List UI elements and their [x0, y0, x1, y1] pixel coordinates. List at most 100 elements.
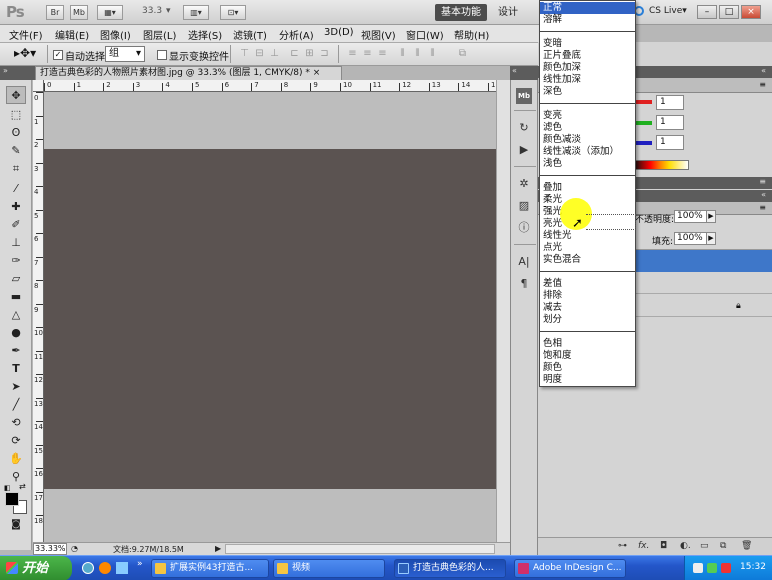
- zoom-chevron-icon[interactable]: ▾: [166, 6, 171, 16]
- new-group-icon[interactable]: ▭: [700, 541, 709, 551]
- clone-source-panel-icon[interactable]: ▨: [516, 198, 532, 214]
- distribute-bottom-icon[interactable]: ≡: [376, 48, 389, 60]
- red-value-field[interactable]: 1: [656, 95, 684, 110]
- add-mask-icon[interactable]: ◘: [660, 541, 667, 551]
- layer-style-icon[interactable]: fx.: [638, 541, 649, 551]
- layer-row[interactable]: [635, 272, 772, 294]
- blend-mode-option[interactable]: 线性减淡（添加）: [540, 146, 635, 158]
- green-slider[interactable]: [636, 121, 652, 125]
- type-tool-icon[interactable]: T: [6, 360, 26, 378]
- quick-mask-icon[interactable]: ◙: [6, 516, 26, 534]
- brush-tool-icon[interactable]: ✐: [6, 216, 26, 234]
- menu-3d[interactable]: 3D(D): [324, 27, 354, 38]
- blend-mode-option[interactable]: 正片叠底: [540, 50, 635, 62]
- pen-tool-icon[interactable]: ✒: [6, 342, 26, 360]
- document-image[interactable]: [44, 149, 496, 489]
- taskbar-indesign-task[interactable]: Adobe InDesign C...: [514, 559, 626, 578]
- hand-tool-icon[interactable]: ✋: [6, 450, 26, 468]
- quick-select-tool-icon[interactable]: ✎: [6, 142, 26, 160]
- healing-brush-tool-icon[interactable]: ✚: [6, 198, 26, 216]
- bridge-button[interactable]: Br: [46, 5, 64, 20]
- screen-mode-dropdown[interactable]: ⊡▾: [220, 5, 246, 20]
- layer-row-selected[interactable]: [635, 250, 772, 272]
- align-top-icon[interactable]: ⊤: [238, 48, 251, 60]
- menu-window[interactable]: 窗口(W): [406, 27, 444, 42]
- blend-mode-option[interactable]: 溶解: [540, 14, 635, 26]
- green-value-field[interactable]: 1: [656, 115, 684, 130]
- blend-mode-option[interactable]: 减去: [540, 302, 635, 314]
- brush-presets-panel-icon[interactable]: ✲: [516, 176, 532, 192]
- blend-mode-option[interactable]: 色相: [540, 338, 635, 350]
- opacity-arrow-icon[interactable]: ▶: [706, 210, 716, 223]
- menu-image[interactable]: 图像(I): [100, 27, 131, 42]
- show-transform-checkbox[interactable]: [157, 50, 167, 60]
- horizontal-scrollbar[interactable]: [225, 544, 495, 554]
- blend-mode-option[interactable]: 实色混合: [540, 254, 635, 266]
- blend-mode-option[interactable]: 深色: [540, 86, 635, 98]
- move-tool-preset-icon[interactable]: ▸✥▾: [14, 46, 36, 60]
- auto-select-checkbox[interactable]: ✓: [53, 50, 63, 60]
- dodge-tool-icon[interactable]: ●: [6, 324, 26, 342]
- character-panel-icon[interactable]: A|: [516, 254, 532, 270]
- fill-field[interactable]: 100%: [674, 232, 710, 245]
- blend-mode-option[interactable]: 颜色减淡: [540, 134, 635, 146]
- menu-edit[interactable]: 编辑(E): [55, 27, 89, 42]
- opacity-field[interactable]: 100%: [674, 210, 710, 223]
- align-vcenter-icon[interactable]: ⊟: [253, 48, 266, 60]
- distribute-top-icon[interactable]: ≡: [346, 48, 359, 60]
- distribute-left-icon[interactable]: ⦀: [396, 48, 409, 60]
- distribute-hcenter-icon[interactable]: ⦀: [411, 48, 424, 60]
- blend-mode-option[interactable]: 叠加: [540, 182, 635, 194]
- blue-slider[interactable]: [636, 141, 652, 145]
- color-spectrum-bar[interactable]: [633, 160, 689, 170]
- vertical-scrollbar[interactable]: [496, 80, 510, 542]
- auto-align-icon[interactable]: ⧉: [456, 48, 469, 60]
- document-tab[interactable]: 打造古典色彩的人物照片素材图.jpg @ 33.3% (图层 1, CMYK/8…: [35, 66, 342, 80]
- minimize-button[interactable]: –: [697, 5, 717, 19]
- canvas-area[interactable]: [44, 92, 496, 542]
- menu-view[interactable]: 视图(V): [361, 27, 396, 42]
- blend-mode-option[interactable]: 颜色: [540, 362, 635, 374]
- blend-mode-option[interactable]: 点光: [540, 242, 635, 254]
- blend-mode-option[interactable]: 排除: [540, 290, 635, 302]
- menu-layer[interactable]: 图层(L): [143, 27, 176, 42]
- adjustment-layer-icon[interactable]: ◐.: [680, 541, 691, 551]
- view-extras-dropdown[interactable]: ▦▾: [97, 5, 123, 20]
- blend-mode-option[interactable]: 线性加深: [540, 74, 635, 86]
- actions-panel-icon[interactable]: ▶: [516, 142, 532, 158]
- arrange-documents-dropdown[interactable]: ▥▾: [183, 5, 209, 20]
- blend-mode-option[interactable]: 线性光: [540, 230, 635, 242]
- blue-value-field[interactable]: 1: [656, 135, 684, 150]
- menu-select[interactable]: 选择(S): [188, 27, 222, 42]
- ruler-origin[interactable]: [33, 80, 44, 92]
- gradient-tool-icon[interactable]: ▬: [6, 288, 26, 306]
- mini-bridge-button[interactable]: Mb: [70, 5, 88, 20]
- status-menu-arrow-icon[interactable]: ▶: [215, 544, 221, 553]
- blend-mode-option[interactable]: 浅色: [540, 158, 635, 170]
- eyedropper-tool-icon[interactable]: ⁄: [6, 180, 26, 198]
- fill-arrow-icon[interactable]: ▶: [706, 232, 716, 245]
- 3d-orbit-tool-icon[interactable]: ⟳: [6, 432, 26, 450]
- swap-colors-icon[interactable]: ⇄: [19, 482, 29, 491]
- tray-volume-icon[interactable]: [693, 563, 703, 573]
- eraser-tool-icon[interactable]: ▱: [6, 270, 26, 288]
- default-colors-icon[interactable]: ◧: [4, 484, 12, 492]
- tray-app-icon[interactable]: [721, 563, 731, 573]
- vertical-ruler[interactable]: 0 1 2 3 4 5 6 7 8 9 10 11 12 13 14 15 16 17 18: [33, 92, 44, 542]
- quick-launch-ie-icon[interactable]: [82, 562, 94, 574]
- distribute-right-icon[interactable]: ⦀: [426, 48, 439, 60]
- status-options-icon[interactable]: ◔: [71, 544, 78, 553]
- close-button[interactable]: ×: [741, 5, 761, 19]
- blend-mode-option[interactable]: 变亮: [540, 110, 635, 122]
- blend-mode-option[interactable]: 明度: [540, 374, 635, 386]
- dock-header[interactable]: «: [510, 66, 538, 80]
- info-panel-icon[interactable]: ⓘ: [516, 220, 532, 236]
- blend-mode-option[interactable]: 差值: [540, 278, 635, 290]
- maximize-button[interactable]: □: [719, 5, 739, 19]
- quick-launch-desktop-icon[interactable]: [116, 562, 128, 574]
- mini-bridge-panel-icon[interactable]: Mb: [516, 88, 532, 104]
- history-panel-icon[interactable]: ↻: [516, 120, 532, 136]
- path-select-tool-icon[interactable]: ➤: [6, 378, 26, 396]
- new-layer-icon[interactable]: ⧉: [720, 541, 726, 551]
- menu-analysis[interactable]: 分析(A): [279, 27, 314, 42]
